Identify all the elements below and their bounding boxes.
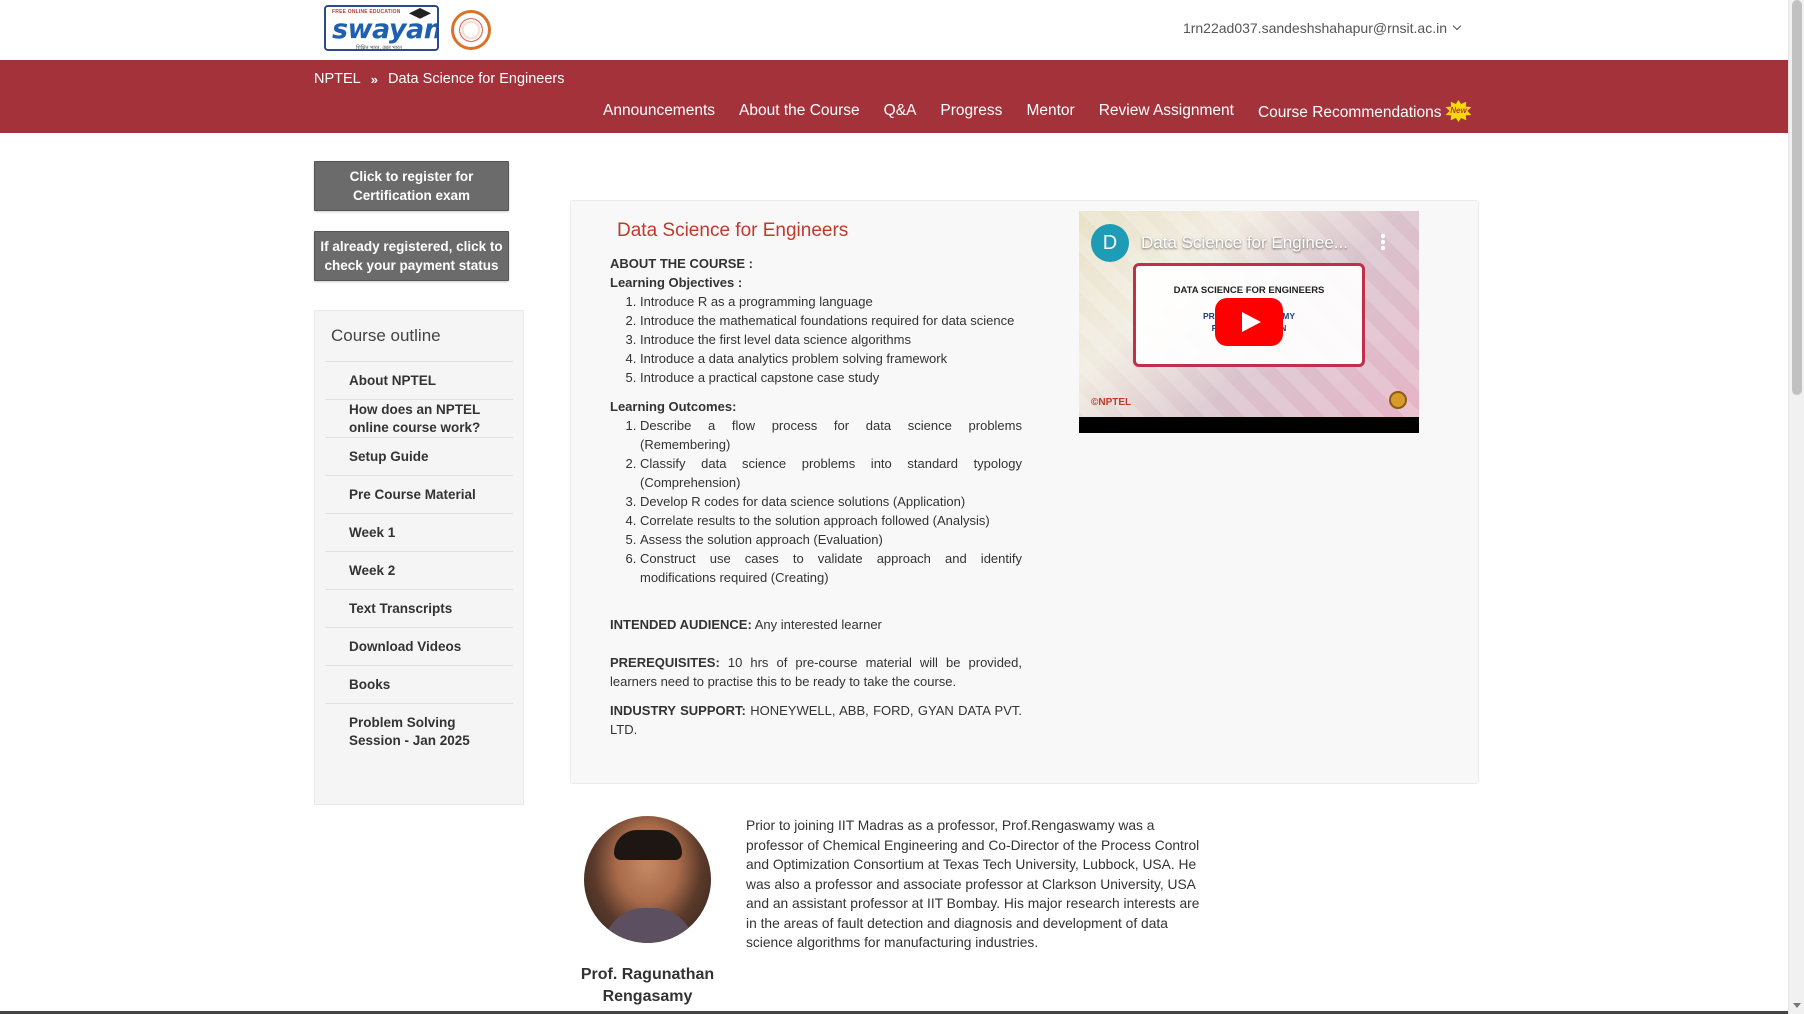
objectives-heading: Learning Objectives : bbox=[610, 275, 743, 290]
course-navbar: NPTEL » Data Science for Engineers Annou… bbox=[0, 60, 1788, 133]
user-menu[interactable]: 1rn22ad037.sandeshshahapur@rnsit.ac.in bbox=[1182, 20, 1462, 36]
outcome-item: Assess the solution approach (Evaluation… bbox=[640, 530, 1022, 549]
prereq-label: PREREQUISITES: bbox=[610, 655, 720, 670]
logo-brand: swayam bbox=[332, 14, 437, 45]
outline-item-week-2[interactable]: Week 2 bbox=[325, 552, 513, 590]
intended-audience: INTENDED AUDIENCE: Any interested learne… bbox=[610, 615, 1022, 634]
seal-icon bbox=[1389, 391, 1407, 409]
nav-review-assignment[interactable]: Review Assignment bbox=[1099, 102, 1234, 124]
outcome-item: Construct use cases to validate approach… bbox=[640, 549, 1022, 587]
video-thumbnail: DATA SCIENCE FOR ENGINEERS PROF. RAG NGA… bbox=[1079, 211, 1419, 417]
video-title[interactable]: Data Science for Enginee... bbox=[1141, 233, 1348, 253]
breadcrumb-current[interactable]: Data Science for Engineers bbox=[388, 71, 565, 87]
swayam-logo[interactable]: FREE ONLINE EDUCATION swayam शिक्षित भार… bbox=[324, 5, 439, 51]
objective-item: Introduce a practical capstone case stud… bbox=[640, 368, 1022, 387]
payment-status-button[interactable]: If already registered, click to check yo… bbox=[314, 231, 509, 281]
about-heading: ABOUT THE COURSE : bbox=[610, 256, 753, 271]
objective-item: Introduce the first level data science a… bbox=[640, 330, 1022, 349]
audience-value: Any interested learner bbox=[751, 617, 882, 632]
nav-links: Announcements About the Course Q&A Progr… bbox=[603, 100, 1472, 124]
professor-name: Prof. Ragunathan Rengasamy bbox=[570, 964, 725, 1008]
user-email: 1rn22ad037.sandeshshahapur@rnsit.ac.in bbox=[1182, 20, 1447, 36]
course-intro-video[interactable]: DATA SCIENCE FOR ENGINEERS PROF. RAG NGA… bbox=[1079, 211, 1419, 433]
course-outline: Course outline About NPTEL How does an N… bbox=[314, 310, 524, 805]
professor-avatar bbox=[584, 816, 711, 943]
outline-item-setup-guide[interactable]: Setup Guide bbox=[325, 438, 513, 476]
professor-bio: Prior to joining IIT Madras as a profess… bbox=[746, 818, 1200, 950]
industry-support: INDUSTRY SUPPORT: HONEYWELL, ABB, FORD, … bbox=[610, 701, 1022, 739]
outcome-item: Develop R codes for data science solutio… bbox=[640, 492, 1022, 511]
outcome-item: Classify data science problems into stan… bbox=[640, 454, 1022, 492]
nav-about-course[interactable]: About the Course bbox=[739, 102, 860, 124]
logo-subtitle: शिक्षित भारत, उन्नत भारत bbox=[356, 45, 402, 51]
scroll-down-icon[interactable] bbox=[1793, 1003, 1801, 1008]
outline-item-download-videos[interactable]: Download Videos bbox=[325, 628, 513, 666]
outcome-item: Correlate results to the solution approa… bbox=[640, 511, 1022, 530]
video-card-title: DATA SCIENCE FOR ENGINEERS bbox=[1173, 285, 1325, 296]
emblem-logo-icon bbox=[451, 10, 491, 50]
nav-course-recommendations[interactable]: Course Recommendations New bbox=[1257, 100, 1472, 124]
outline-item-week-1[interactable]: Week 1 bbox=[325, 514, 513, 552]
page-scrollbar[interactable] bbox=[1788, 0, 1804, 1014]
course-outline-list: About NPTEL How does an NPTEL online cou… bbox=[325, 361, 513, 760]
outline-item-transcripts[interactable]: Text Transcripts bbox=[325, 590, 513, 628]
chevron-down-icon bbox=[1452, 21, 1462, 31]
new-badge-icon: New bbox=[1445, 100, 1472, 122]
outcomes-heading: Learning Outcomes: bbox=[610, 399, 737, 414]
course-details-panel: Data Science for Engineers ABOUT THE COU… bbox=[570, 200, 1479, 784]
nav-mentor[interactable]: Mentor bbox=[1026, 102, 1074, 124]
new-badge-text: New bbox=[1450, 106, 1467, 115]
course-description: ABOUT THE COURSE : Learning Objectives :… bbox=[610, 254, 1022, 739]
nav-qa[interactable]: Q&A bbox=[884, 102, 917, 124]
outline-item-books[interactable]: Books bbox=[325, 666, 513, 704]
course-title: Data Science for Engineers bbox=[617, 220, 849, 241]
objectives-list: Introduce R as a programming language In… bbox=[640, 292, 1022, 387]
audience-label: INTENDED AUDIENCE: bbox=[610, 617, 752, 632]
outline-item-how-it-works[interactable]: How does an NPTEL online course work? bbox=[325, 400, 513, 438]
outline-item-about-nptel[interactable]: About NPTEL bbox=[325, 362, 513, 400]
register-certification-button[interactable]: Click to register for Certification exam bbox=[314, 161, 509, 211]
prerequisites: PREREQUISITES: 10 hrs of pre-course mate… bbox=[610, 653, 1022, 691]
nav-progress[interactable]: Progress bbox=[940, 102, 1002, 124]
breadcrumb-root[interactable]: NPTEL bbox=[314, 71, 361, 87]
breadcrumb: NPTEL » Data Science for Engineers bbox=[314, 71, 565, 87]
video-watermark: ©NPTEL bbox=[1091, 397, 1132, 408]
nav-announcements[interactable]: Announcements bbox=[603, 102, 715, 124]
play-button-icon[interactable] bbox=[1215, 298, 1283, 346]
course-outline-title: Course outline bbox=[331, 326, 441, 345]
scrollbar-thumb[interactable] bbox=[1792, 0, 1802, 395]
industry-label: INDUSTRY SUPPORT: bbox=[610, 703, 746, 718]
outcome-item: Describe a flow process for data science… bbox=[640, 416, 1022, 454]
outcomes-list: Describe a flow process for data science… bbox=[640, 416, 1022, 587]
more-vert-icon[interactable] bbox=[1381, 233, 1385, 251]
nav-course-recommendations-label: Course Recommendations bbox=[1257, 104, 1442, 122]
outline-item-problem-solving[interactable]: Problem Solving Session - Jan 2025 bbox=[325, 704, 513, 760]
professor-name-line-2: Rengasamy bbox=[602, 988, 693, 1005]
objective-item: Introduce a data analytics problem solvi… bbox=[640, 349, 1022, 368]
professor-name-line-1: Prof. Ragunathan bbox=[580, 966, 715, 983]
site-header: FREE ONLINE EDUCATION swayam शिक्षित भार… bbox=[0, 0, 1788, 60]
objective-item: Introduce the mathematical foundations r… bbox=[640, 311, 1022, 330]
breadcrumb-separator: » bbox=[370, 71, 378, 87]
outline-item-pre-course[interactable]: Pre Course Material bbox=[325, 476, 513, 514]
channel-avatar[interactable]: D bbox=[1091, 224, 1129, 262]
objective-item: Introduce R as a programming language bbox=[640, 292, 1022, 311]
